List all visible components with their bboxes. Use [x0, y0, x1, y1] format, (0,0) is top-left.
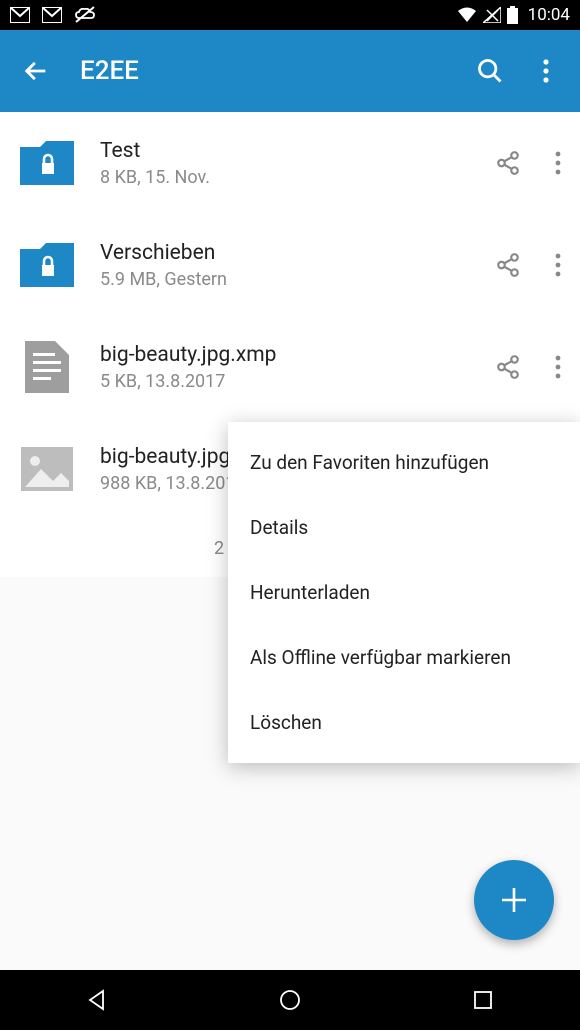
file-meta: 5.9 MB, Gestern — [100, 269, 494, 290]
file-meta: 5 KB, 13.8.2017 — [100, 371, 494, 392]
nav-recents-button[interactable] — [468, 985, 498, 1015]
search-button[interactable] — [474, 55, 506, 87]
back-button[interactable] — [20, 55, 52, 87]
nav-home-button[interactable] — [275, 985, 305, 1015]
item-menu-button[interactable] — [544, 149, 572, 177]
overflow-menu-button[interactable] — [530, 55, 562, 87]
status-time: 10:04 — [528, 5, 570, 25]
app-bar: E2EE — [0, 30, 580, 112]
page-title: E2EE — [80, 56, 446, 86]
mail-icon — [42, 7, 62, 23]
wifi-icon — [457, 7, 477, 23]
menu-item-delete[interactable]: Löschen — [228, 690, 580, 755]
image-icon — [18, 440, 76, 498]
file-name: big-beauty.jpg.xmp — [100, 343, 494, 367]
menu-item-favorite[interactable]: Zu den Favoriten hinzufügen — [228, 430, 580, 495]
folder-lock-icon — [18, 134, 76, 192]
file-name: Verschieben — [100, 241, 494, 265]
file-meta: 8 KB, 15. Nov. — [100, 167, 494, 188]
file-name: Test — [100, 139, 494, 163]
share-button[interactable] — [494, 149, 522, 177]
list-item[interactable]: Verschieben 5.9 MB, Gestern — [0, 214, 580, 316]
menu-item-offline[interactable]: Als Offline verfügbar markieren — [228, 625, 580, 690]
share-button[interactable] — [494, 353, 522, 381]
menu-item-details[interactable]: Details — [228, 495, 580, 560]
context-menu: Zu den Favoriten hinzufügen Details Heru… — [228, 422, 580, 763]
battery-icon — [507, 6, 518, 24]
system-nav-bar — [0, 970, 580, 1030]
item-menu-button[interactable] — [544, 251, 572, 279]
item-menu-button[interactable] — [544, 353, 572, 381]
nav-back-button[interactable] — [82, 985, 112, 1015]
add-fab[interactable] — [474, 860, 554, 940]
document-icon — [18, 338, 76, 396]
menu-item-download[interactable]: Herunterladen — [228, 560, 580, 625]
list-item[interactable]: big-beauty.jpg.xmp 5 KB, 13.8.2017 — [0, 316, 580, 418]
signal-icon — [483, 7, 501, 23]
share-button[interactable] — [494, 251, 522, 279]
list-item[interactable]: Test 8 KB, 15. Nov. — [0, 112, 580, 214]
mail-icon — [10, 7, 30, 23]
cloud-off-icon — [74, 6, 96, 24]
folder-lock-icon — [18, 236, 76, 294]
status-bar: 10:04 — [0, 0, 580, 30]
